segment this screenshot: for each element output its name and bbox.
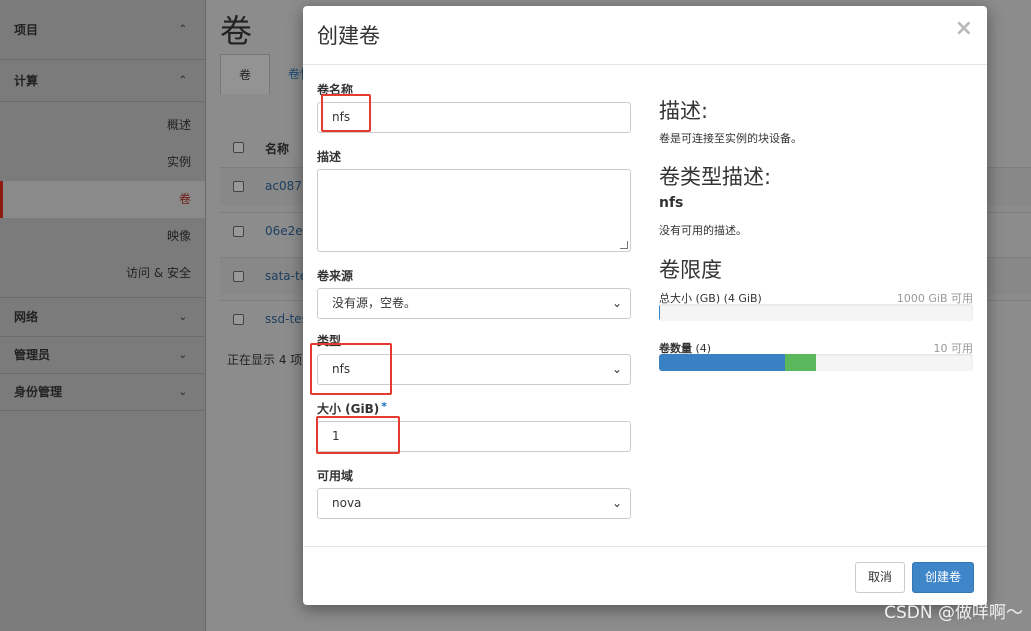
volume-count-used-segment [659,354,785,371]
row-checkbox[interactable] [233,181,244,192]
sidebar-section-compute[interactable]: 计算 ⌃ [0,60,205,102]
chevron-up-icon: ⌃ [178,75,187,86]
chevron-down-icon: ⌄ [178,312,187,323]
volume-name-link[interactable]: sata-te [265,269,307,283]
volume-source-select[interactable]: 没有源，空卷。 ⌄ [317,288,631,319]
tab-volumes[interactable]: 卷 [220,54,271,94]
close-icon[interactable]: × [955,16,973,41]
availability-zone-select[interactable]: nova ⌄ [317,488,631,519]
create-volume-button[interactable]: 创建卷 [912,562,975,593]
total-size-progress-bar [659,304,973,321]
description-textarea[interactable] [317,169,631,252]
volume-count-progress-bar [659,354,973,371]
volume-name-link[interactable]: 06e2ef [265,224,307,238]
create-volume-modal: 创建卷 × 卷名称 nfs 描述 卷来源 没有源，空卷。 ⌄ 类型 nfs ⌄ … [303,6,987,605]
volume-type-description-text: 没有可用的描述。 [659,224,747,237]
row-checkbox[interactable] [233,271,244,282]
size-label: 大小 (GiB) * [317,400,387,417]
row-checkbox[interactable] [233,226,244,237]
description-heading: 描述: [659,99,709,123]
volume-source-label: 卷来源 [317,269,354,283]
sidebar-section-identity[interactable]: 身份管理 ⌄ [0,374,205,411]
sidebar-section-label: 项目 [14,23,39,37]
volume-count-new-segment [784,354,816,371]
sidebar-section-label: 身份管理 [14,385,63,399]
sidebar-section-label: 管理员 [14,348,51,362]
sidebar-section-label: 计算 [14,74,39,88]
select-value: 没有源，空卷。 [332,296,417,310]
sidebar-section-project[interactable]: 项目 ⌃ [0,0,205,60]
modal-header: 创建卷 × [303,6,987,65]
sidebar-item-label: 实例 [166,155,191,169]
description-label: 描述 [317,150,342,164]
required-marker: * [381,400,388,413]
page-title: 卷 [220,12,253,50]
highlight-box [316,416,400,454]
availability-zone-label: 可用域 [317,469,354,483]
cancel-button[interactable]: 取消 [855,562,906,593]
chevron-down-icon: ⌄ [611,296,622,310]
modal-footer: 取消 创建卷 [303,546,987,605]
chevron-up-icon: ⌃ [178,24,187,35]
item-count-text: 正在显示 4 项 [227,353,303,367]
highlight-box [310,343,392,395]
modal-title: 创建卷 [317,24,380,48]
sidebar-item-label: 概述 [166,118,191,132]
volume-type-description-heading: 卷类型描述: [659,165,772,189]
sidebar-item-label: 访问 & 安全 [126,266,191,280]
sidebar-item-instances[interactable]: 实例 [0,144,205,181]
select-value: nova [332,496,362,510]
sidebar-item-label: 映像 [166,229,191,243]
volume-name-link[interactable]: ssd-tes [265,312,308,326]
sidebar-item-label: 卷 [178,192,191,206]
total-size-used-segment [659,304,661,321]
sidebar-section-admin[interactable]: 管理员 ⌄ [0,337,205,374]
column-header-name[interactable]: 名称 [265,140,289,157]
watermark: CSDN @做咩啊～ [884,603,1023,623]
sidebar-item-overview[interactable]: 概述 [0,107,205,144]
sidebar-item-access-security[interactable]: 访问 & 安全 [0,255,205,292]
description-text: 卷是可连接至实例的块设备。 [659,132,802,145]
sidebar-item-volumes[interactable]: 卷 [0,181,205,218]
select-all-checkbox[interactable] [233,142,244,153]
chevron-down-icon: ⌄ [611,496,622,510]
volume-limits-heading: 卷限度 [659,258,722,282]
sidebar-section-network[interactable]: 网络 ⌄ [0,298,205,337]
chevron-down-icon: ⌄ [178,387,187,398]
row-checkbox[interactable] [233,314,244,325]
sidebar-section-label: 网络 [14,310,39,324]
resize-handle-icon[interactable] [620,241,628,249]
highlight-box [321,94,371,132]
chevron-down-icon: ⌄ [178,350,187,361]
sidebar-item-images[interactable]: 映像 [0,218,205,255]
volume-type-name: nfs [659,195,684,211]
chevron-down-icon: ⌄ [611,362,622,376]
sidebar: 项目 ⌃ 计算 ⌃ 概述 实例 卷 映像 访问 & 安全 网络 ⌄ 管理员 ⌄ … [0,0,206,631]
size-label-text: 大小 (GiB) [317,402,380,416]
